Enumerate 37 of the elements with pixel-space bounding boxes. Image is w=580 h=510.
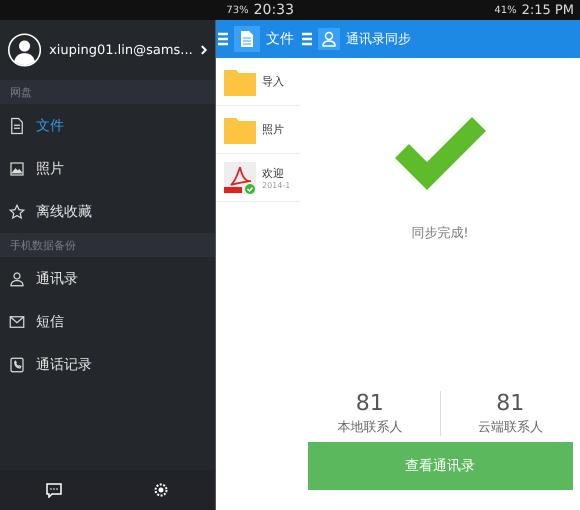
pdf-file-icon	[224, 162, 256, 194]
battery-level: 41%	[494, 4, 517, 16]
menu-item[interactable]: 短信	[36, 312, 64, 330]
settings-icon[interactable]	[153, 482, 170, 498]
menu-item[interactable]: 离线收藏	[36, 202, 92, 220]
document-icon	[8, 116, 26, 134]
clock: 2:15 PM	[522, 2, 574, 18]
file-name[interactable]: 导入	[262, 74, 284, 89]
contact-count: 81	[496, 391, 524, 416]
menu-icon[interactable]	[218, 32, 228, 46]
file-name[interactable]: 照片	[262, 122, 284, 137]
section-title: 手机数据备份	[10, 238, 76, 252]
star-icon	[8, 202, 26, 220]
menu-item[interactable]: 文件	[36, 116, 64, 134]
chat-icon[interactable]	[46, 482, 62, 498]
menu-item[interactable]: 通话记录	[36, 356, 92, 374]
person-icon	[318, 28, 340, 50]
file-name[interactable]: 欢迎	[262, 166, 290, 180]
image-icon	[8, 160, 26, 178]
document-icon	[234, 26, 260, 52]
menu-item[interactable]: 照片	[36, 160, 64, 178]
account-email[interactable]: xiuping01.lin@sams...	[49, 42, 193, 58]
section-title: 网盘	[10, 84, 32, 100]
stat-label: 云端联系人	[478, 419, 543, 436]
file-date: 2014-1	[262, 180, 290, 190]
menu-icon[interactable]	[302, 32, 312, 46]
chevron-icon[interactable]	[200, 44, 207, 56]
clock: 20:33	[254, 2, 294, 18]
screen-title: 通讯录同步	[346, 31, 411, 48]
stat-label: 本地联系人	[337, 419, 402, 436]
status-message: 同步完成!	[411, 225, 469, 242]
screen-title: 文件	[266, 30, 294, 48]
contact-count: 81	[356, 391, 384, 416]
battery-level: 73%	[226, 4, 249, 16]
menu-item[interactable]: 通讯录	[36, 270, 78, 288]
person-icon	[8, 270, 26, 288]
phone-icon	[8, 356, 26, 374]
